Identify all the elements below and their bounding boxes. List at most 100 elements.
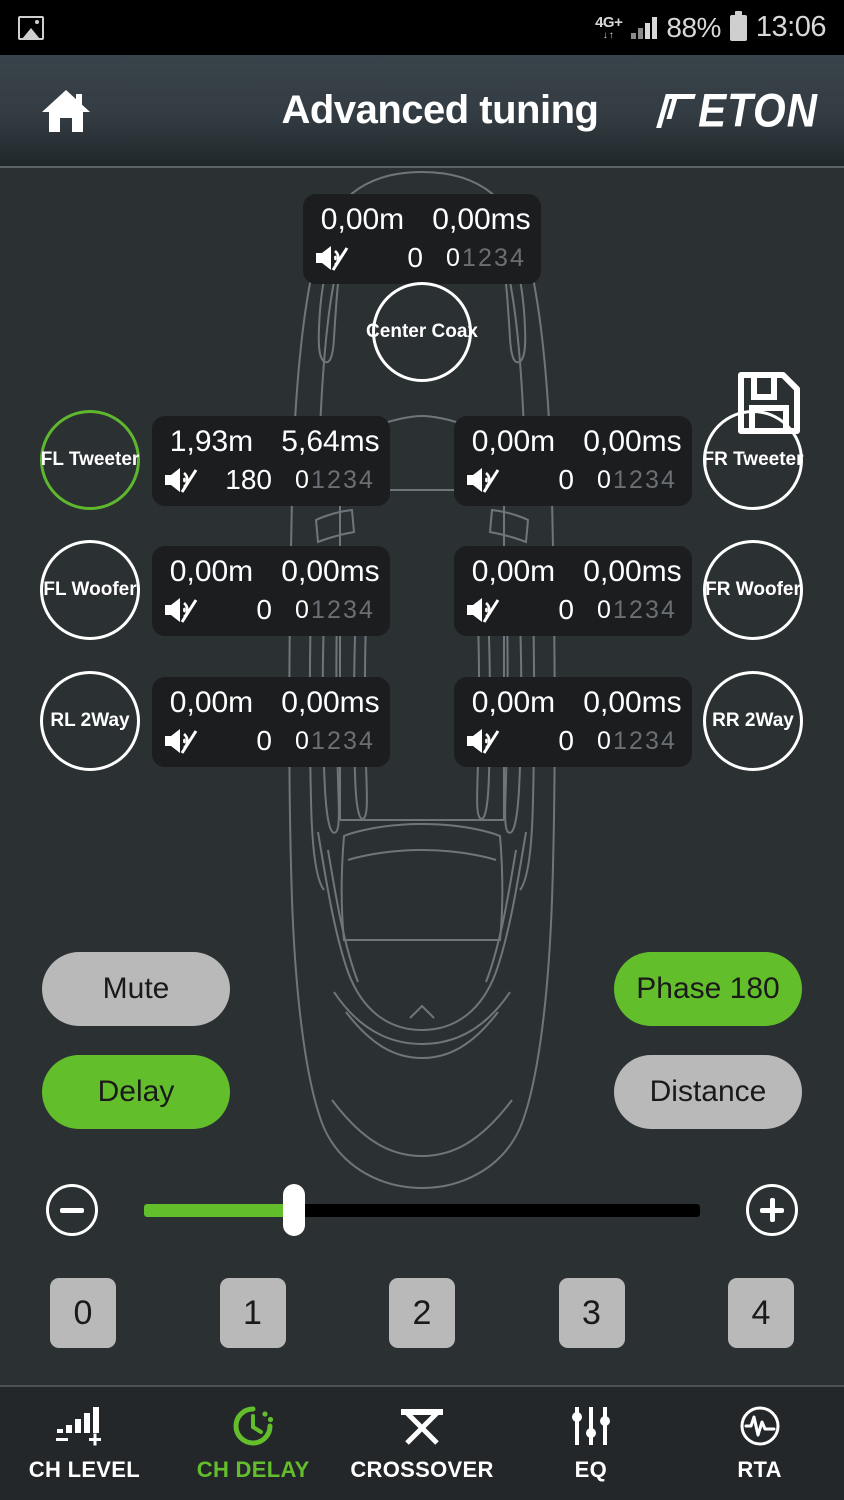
phase-step-3[interactable]: 3	[645, 596, 659, 625]
phase-step-3[interactable]: 3	[343, 727, 357, 756]
distance-toggle-button[interactable]: Distance	[614, 1055, 802, 1129]
phase-value: 0	[558, 725, 574, 756]
speaker-circle-rl-2way[interactable]: RL 2Way	[40, 671, 140, 771]
channel-panel-rl-2way[interactable]: 0,00m 0,00ms 0 0 1 2 3 4	[152, 677, 390, 767]
phase-step-0[interactable]: 0	[295, 596, 309, 625]
phase-step-4[interactable]: 4	[661, 596, 675, 625]
speaker-muted-icon[interactable]	[152, 595, 208, 625]
panel-phase-row: 0 0 1 2 3 4	[454, 464, 692, 496]
phase-value: 0	[558, 594, 574, 625]
phase-value: 180	[225, 464, 272, 495]
phase-step-3[interactable]: 3	[645, 466, 659, 495]
phase-step-1[interactable]: 1	[311, 727, 325, 756]
nav-item-rta[interactable]: RTA	[675, 1405, 844, 1483]
nav-item-eq[interactable]: EQ	[506, 1405, 675, 1483]
phase-step-1[interactable]: 1	[613, 466, 627, 495]
channel-panel-center-coax[interactable]: 0,00m 0,00ms 0 0 1 2 3 4	[303, 194, 541, 284]
delay-value: 0,00ms	[281, 686, 380, 719]
panel-values-row: 0,00m 0,00ms	[152, 555, 390, 589]
brand-name-label: ETON	[698, 83, 818, 137]
phase-step-3[interactable]: 3	[494, 244, 508, 273]
phase-step-scale: 0 1 2 3 4	[574, 727, 692, 756]
phase-step-1[interactable]: 1	[613, 596, 627, 625]
mute-toggle-button[interactable]: Mute	[42, 952, 230, 1026]
step-button-1[interactable]: 1	[219, 1278, 286, 1348]
speaker-circle-fr-woofer[interactable]: FR Woofer	[703, 540, 803, 640]
speaker-muted-icon[interactable]	[454, 465, 510, 495]
phase-step-0[interactable]: 0	[597, 727, 611, 756]
channel-panel-fr-woofer[interactable]: 0,00m 0,00ms 0 0 1 2 3 4	[454, 546, 692, 636]
speaker-circle-fr-tweeter[interactable]: FR Tweeter	[703, 410, 804, 510]
channel-panel-fr-tweeter[interactable]: 0,00m 0,00ms 0 0 1 2 3 4	[454, 416, 692, 506]
phase-step-0[interactable]: 0	[295, 727, 309, 756]
crossover-icon	[397, 1405, 447, 1447]
phase-step-3[interactable]: 3	[343, 596, 357, 625]
nav-item-ch-delay[interactable]: CH DELAY	[169, 1405, 338, 1483]
panel-phase-row: 0 0 1 2 3 4	[152, 594, 390, 626]
phase-step-0[interactable]: 0	[597, 466, 611, 495]
step-button-0[interactable]: 0	[50, 1278, 116, 1348]
phase-step-0[interactable]: 0	[295, 466, 309, 495]
phase-step-3[interactable]: 3	[645, 727, 659, 756]
slider-thumb[interactable]	[283, 1184, 306, 1236]
phase-step-1[interactable]: 1	[462, 244, 476, 273]
phase-step-0[interactable]: 0	[597, 596, 611, 625]
phase-step-4[interactable]: 4	[359, 727, 373, 756]
phase-step-4[interactable]: 4	[661, 466, 675, 495]
speaker-muted-icon[interactable]	[303, 243, 359, 273]
panel-phase-row: 180 0 1 2 3 4	[152, 464, 390, 496]
nav-label: CH DELAY	[196, 1456, 310, 1482]
phase-step-4[interactable]: 4	[661, 727, 675, 756]
speaker-muted-icon[interactable]	[454, 726, 510, 756]
phase-step-4[interactable]: 4	[359, 466, 373, 495]
step-button-4[interactable]: 4	[728, 1278, 794, 1348]
phase-step-0[interactable]: 0	[446, 244, 460, 273]
phase-step-1[interactable]: 1	[311, 596, 325, 625]
network-activity-label: ↓↑	[602, 29, 615, 41]
nav-item-crossover[interactable]: CROSSOVER	[338, 1405, 507, 1483]
channel-panel-rr-2way[interactable]: 0,00m 0,00ms 0 0 1 2 3 4	[454, 677, 692, 767]
value-slider-row	[0, 1170, 844, 1250]
speaker-circle-rr-2way[interactable]: RR 2Way	[703, 671, 803, 771]
phase-step-4[interactable]: 4	[510, 244, 524, 273]
phase-step-2[interactable]: 2	[629, 596, 643, 625]
nav-item-ch-level[interactable]: CH LEVEL	[0, 1405, 169, 1483]
step-button-3[interactable]: 3	[558, 1278, 625, 1348]
phase-value: 0	[558, 464, 574, 495]
phase-step-4[interactable]: 4	[359, 596, 373, 625]
speaker-circle-center-coax[interactable]: Center Coax	[366, 282, 478, 382]
phase-step-3[interactable]: 3	[343, 466, 357, 495]
channel-panel-fl-woofer[interactable]: 0,00m 0,00ms 0 0 1 2 3 4	[152, 546, 390, 636]
bottom-navigation: CH LEVEL CH DELAY CROSSOVER EQ RTA	[0, 1385, 844, 1500]
phase-step-2[interactable]: 2	[327, 466, 341, 495]
nav-label: CH LEVEL	[28, 1456, 140, 1482]
network-type-icon: 4G+ ↓↑	[595, 15, 623, 41]
speaker-circle-fl-woofer[interactable]: FL Woofer	[40, 540, 140, 640]
phase-step-1[interactable]: 1	[311, 466, 325, 495]
speaker-muted-glyph-icon	[316, 246, 349, 271]
speaker-circle-fl-tweeter[interactable]: FL Tweeter	[40, 410, 140, 510]
step-button-2[interactable]: 2	[389, 1278, 455, 1348]
panel-values-row: 0,00m 0,00ms	[454, 425, 692, 459]
speaker-muted-glyph-icon	[165, 729, 198, 754]
phase-step-2[interactable]: 2	[478, 244, 492, 273]
distance-value: 0,00m	[169, 555, 254, 588]
slider-track[interactable]	[144, 1184, 700, 1236]
speaker-muted-icon[interactable]	[152, 726, 208, 756]
minus-circle-icon[interactable]	[46, 1184, 98, 1236]
slider-track-wrap[interactable]	[144, 1184, 700, 1236]
phase-value: 0	[407, 242, 423, 273]
panel-values-row: 0,00m 0,00ms	[454, 686, 692, 720]
phase-step-2[interactable]: 2	[629, 466, 643, 495]
phase-step-2[interactable]: 2	[327, 727, 341, 756]
channel-panel-fl-tweeter[interactable]: 1,93m 5,64ms 180 0 1 2 3 4	[152, 416, 390, 506]
phase-step-1[interactable]: 1	[613, 727, 627, 756]
phase-toggle-button[interactable]: Phase 180	[614, 952, 802, 1026]
delay-toggle-button[interactable]: Delay	[42, 1055, 230, 1129]
plus-circle-icon[interactable]	[746, 1184, 798, 1236]
phase-step-2[interactable]: 2	[327, 596, 341, 625]
speaker-muted-icon[interactable]	[454, 595, 510, 625]
speaker-muted-icon[interactable]	[152, 465, 208, 495]
phase-step-2[interactable]: 2	[629, 727, 643, 756]
nav-label: RTA	[737, 1456, 782, 1482]
